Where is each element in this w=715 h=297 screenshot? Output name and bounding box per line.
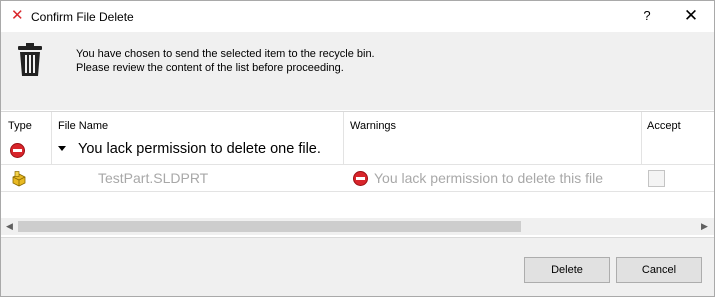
- collapse-arrow-icon[interactable]: [58, 146, 66, 151]
- dialog-footer: Delete Cancel: [1, 237, 714, 296]
- error-stop-icon: [10, 143, 25, 158]
- scrollbar-thumb[interactable]: [18, 221, 521, 232]
- recycle-bin-icon: [18, 43, 42, 76]
- file-name-cell: TestPart.SLDPRT: [98, 170, 209, 186]
- column-header-file-name[interactable]: File Name: [58, 120, 108, 132]
- group-label: You lack permission to delete one file.: [78, 141, 321, 157]
- warning-stop-icon: [353, 171, 368, 186]
- delete-button[interactable]: Delete: [524, 257, 610, 283]
- scroll-right-arrow-icon[interactable]: ▶: [698, 220, 711, 233]
- scroll-left-arrow-icon[interactable]: ◀: [3, 220, 16, 233]
- column-header-type[interactable]: Type: [8, 120, 32, 132]
- column-header-warnings[interactable]: Warnings: [350, 120, 396, 132]
- group-row[interactable]: You lack permission to delete one file.: [1, 138, 714, 164]
- part-file-icon: [12, 171, 26, 187]
- window-title: Confirm File Delete: [31, 10, 134, 24]
- table-row[interactable]: TestPart.SLDPRT You lack permission to d…: [1, 164, 714, 192]
- info-panel: You have chosen to send the selected ite…: [1, 32, 714, 110]
- close-button[interactable]: ✕: [675, 4, 707, 28]
- accept-checkbox[interactable]: [648, 170, 665, 187]
- info-message-line2: Please review the content of the list be…: [76, 62, 344, 74]
- help-button[interactable]: ?: [633, 4, 661, 28]
- horizontal-scrollbar[interactable]: ◀ ▶: [1, 218, 714, 235]
- warning-cell: You lack permission to delete this file: [374, 170, 604, 186]
- title-bar: ✕ Confirm File Delete ? ✕: [1, 1, 714, 32]
- cancel-button[interactable]: Cancel: [616, 257, 702, 283]
- confirm-file-delete-dialog: ✕ Confirm File Delete ? ✕ You have chose…: [0, 0, 715, 297]
- column-header-accept[interactable]: Accept: [647, 120, 681, 132]
- info-message-line1: You have chosen to send the selected ite…: [76, 48, 375, 60]
- delete-x-icon: ✕: [11, 7, 24, 24]
